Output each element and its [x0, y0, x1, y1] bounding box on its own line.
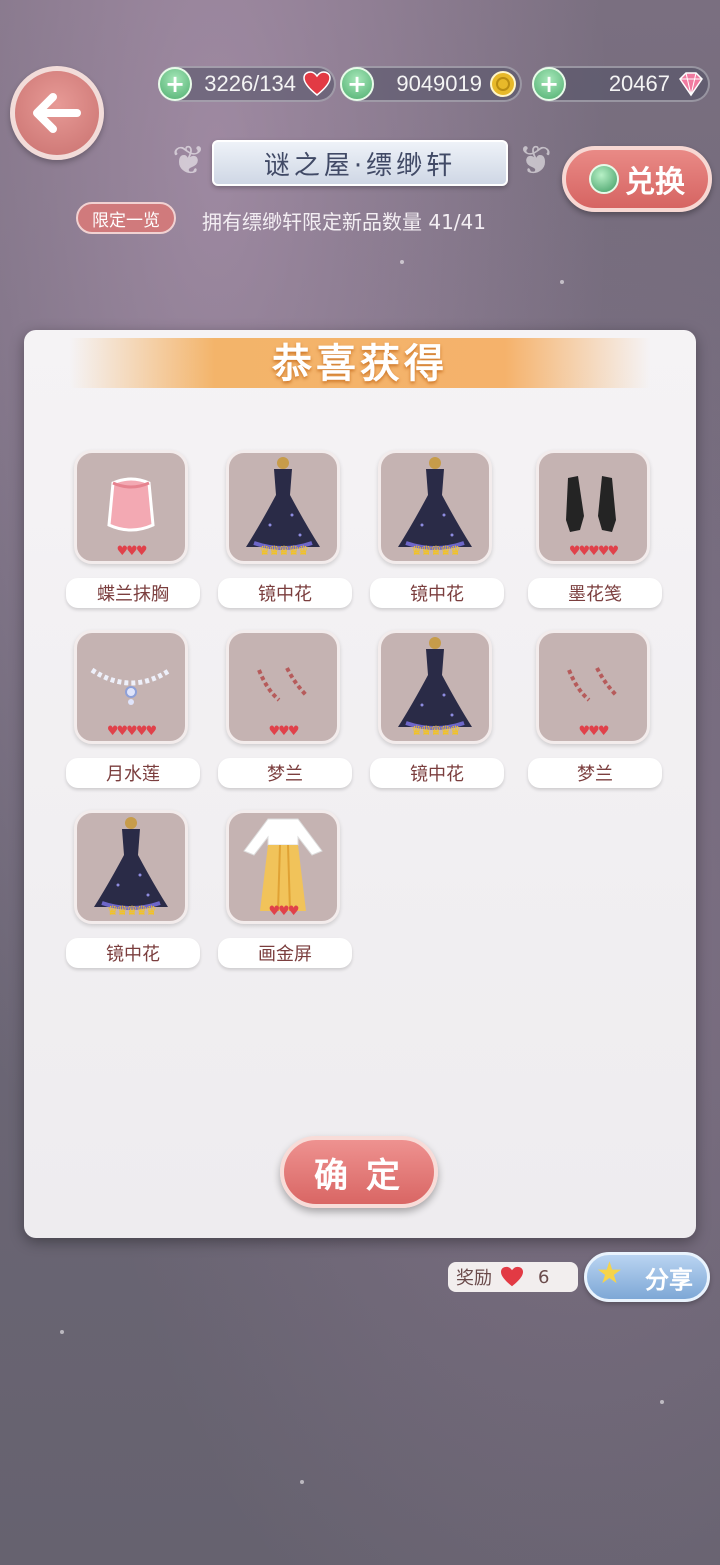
- sparkle: [300, 1480, 304, 1484]
- item-name-label: 画金屏: [218, 938, 352, 968]
- add-coins-button[interactable]: +: [340, 67, 374, 101]
- add-diamonds-button[interactable]: +: [532, 67, 566, 101]
- coins-resource[interactable]: + 9049019: [340, 66, 522, 102]
- heart-rating: ♥♥♥♥♥: [568, 544, 619, 559]
- reward-count: 6: [538, 1266, 550, 1288]
- black-gloves-icon: [558, 470, 628, 544]
- share-reward: 奖励 6: [448, 1262, 578, 1292]
- ornament-right-icon: ❦: [518, 138, 552, 184]
- dialog-title: 恭喜获得: [272, 341, 448, 387]
- item-name-label: 镜中花: [370, 578, 504, 608]
- crown-rating: ♛♛♛♛♛: [410, 724, 461, 739]
- heart-rating: ♥♥♥: [268, 904, 300, 919]
- item-name-label: 镜中花: [66, 938, 200, 968]
- page-title: 谜之屋·缥缈轩: [212, 140, 508, 186]
- bracelet-icon: [563, 660, 623, 714]
- heart-icon: [302, 69, 332, 99]
- item-name-label: 梦兰: [528, 758, 662, 788]
- owned-count-text: 拥有缥缈轩限定新品数量 41/41: [202, 210, 486, 234]
- item-name-label: 镜中花: [370, 758, 504, 788]
- coin-icon: [488, 69, 518, 99]
- confirm-button[interactable]: 确定: [280, 1136, 438, 1208]
- exchange-button[interactable]: 兑换: [562, 146, 712, 212]
- crown-rating: ♛♛♛♛♛: [258, 544, 309, 559]
- arrow-left-icon: [33, 93, 81, 133]
- back-button[interactable]: [10, 66, 104, 160]
- reward-label: 奖励: [456, 1268, 492, 1289]
- gem-icon: [589, 164, 619, 194]
- crown-rating: ♛♛♛♛♛: [410, 544, 461, 559]
- hearts-value: 3226/134: [204, 71, 296, 96]
- heart-rating: ♥♥♥: [116, 544, 148, 559]
- necklace-icon: [86, 660, 176, 714]
- coins-value: 9049019: [396, 71, 482, 96]
- heart-rating: ♥♥♥: [268, 724, 300, 739]
- hearts-resource[interactable]: + 3226/134: [158, 66, 336, 102]
- bracelet-icon: [253, 660, 313, 714]
- item-name-label: 镜中花: [218, 578, 352, 608]
- sparkle: [560, 280, 564, 284]
- item-name-label: 月水莲: [66, 758, 200, 788]
- sparkle: [60, 1330, 64, 1334]
- crown-rating: ♛♛♛♛♛: [106, 904, 157, 919]
- heart-icon: [501, 1266, 523, 1287]
- heart-rating: ♥♥♥♥♥: [106, 724, 157, 739]
- sparkle: [660, 1400, 664, 1404]
- item-name-label: 梦兰: [218, 758, 352, 788]
- pink-top-icon: [99, 469, 163, 545]
- heart-rating: ♥♥♥: [578, 724, 610, 739]
- item-name-label: 蝶兰抹胸: [66, 578, 200, 608]
- diamonds-value: 20467: [608, 71, 670, 96]
- item-name-label: 墨花笺: [528, 578, 662, 608]
- star-icon: ★: [596, 1256, 623, 1291]
- add-hearts-button[interactable]: +: [158, 67, 192, 101]
- diamond-icon: [676, 69, 706, 99]
- exchange-label: 兑换: [625, 165, 685, 200]
- limited-list-button[interactable]: 限定一览: [76, 202, 176, 234]
- diamonds-resource[interactable]: + 20467: [532, 66, 710, 102]
- share-label: 分享: [645, 1265, 693, 1294]
- sparkle: [400, 260, 404, 264]
